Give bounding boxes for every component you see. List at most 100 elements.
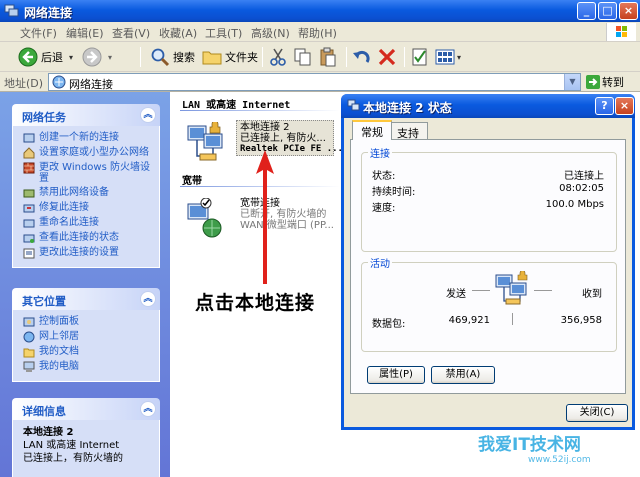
status-label: 状态: xyxy=(372,171,396,182)
search-icon xyxy=(151,48,170,67)
undo-icon xyxy=(353,50,370,63)
tab-support[interactable]: 支持 xyxy=(388,122,428,140)
minimize-button[interactable]: _ xyxy=(577,2,596,20)
back-label: 后退 xyxy=(41,51,63,64)
disable-button[interactable]: 禁用(A) xyxy=(431,366,495,384)
place-control-panel[interactable]: 控制面板 xyxy=(23,316,153,328)
views-grid-icon xyxy=(435,49,455,65)
panel-header[interactable]: 详细信息 ︽ xyxy=(12,398,160,420)
close-button[interactable]: × xyxy=(619,2,638,20)
task-view-status[interactable]: 查看此连接的状态 xyxy=(23,232,153,244)
broadband-connection-item[interactable]: 宽带连接 已断开, 有防火墙的 WAN 微型端口 (PP... xyxy=(184,197,334,245)
panel-body: 创建一个新的连接 设置家庭或小型办公网络 更改 Windows 防火墙设置 禁用… xyxy=(12,126,160,268)
menu-advanced[interactable]: 高级(N) xyxy=(251,25,290,41)
chevron-down-icon[interactable]: ▾ xyxy=(69,53,73,62)
duration-label: 持续时间: xyxy=(372,187,416,198)
firewall-icon xyxy=(23,162,35,174)
place-network-neighborhood[interactable]: 网上邻居 xyxy=(23,331,153,343)
menu-edit[interactable]: 编辑(E) xyxy=(66,25,104,41)
delete-x-icon xyxy=(378,48,396,66)
forward-button[interactable]: ▾ xyxy=(82,46,112,68)
panel-header[interactable]: 其它位置 ︽ xyxy=(12,288,160,310)
dialog-title: 本地连接 2 状态 xyxy=(363,101,452,115)
network-activity-icon xyxy=(495,271,528,305)
panel-header[interactable]: 网络任务 ︽ xyxy=(12,104,160,126)
dialog-title-bar[interactable]: 本地连接 2 状态 ? × xyxy=(341,94,635,118)
panel-body: 本地连接 2 LAN 或高速 Internet 已连接上，有防火墙的 xyxy=(12,420,160,477)
tab-general[interactable]: 常规 xyxy=(352,120,392,140)
repair-icon xyxy=(23,204,35,213)
chevron-down-icon[interactable]: ▾ xyxy=(457,53,461,62)
task-create-connection[interactable]: 创建一个新的连接 xyxy=(23,132,153,144)
copy-button[interactable] xyxy=(293,46,313,68)
toolbar-separator xyxy=(262,47,263,67)
collapse-chevron-icon[interactable]: ︽ xyxy=(140,107,156,123)
collapse-chevron-icon[interactable]: ︽ xyxy=(140,401,156,417)
task-pane: 网络任务 ︽ 创建一个新的连接 设置家庭或小型办公网络 更改 Windows 防… xyxy=(0,92,170,477)
help-button[interactable]: ? xyxy=(595,97,614,115)
go-arrow-icon xyxy=(586,75,600,89)
place-my-documents[interactable]: 我的文档 xyxy=(23,346,153,358)
chevron-down-icon[interactable]: ▾ xyxy=(108,53,112,62)
toolbar: 后退 ▾ ▾ 搜索 文件夹 ▾ xyxy=(0,42,640,72)
task-home-network[interactable]: 设置家庭或小型办公网络 xyxy=(23,147,153,159)
menu-tools[interactable]: 工具(T) xyxy=(205,25,242,41)
folders-button[interactable]: 文件夹 xyxy=(202,46,258,68)
task-rename-connection[interactable]: 重命名此连接 xyxy=(23,217,153,229)
dialog-close-button[interactable]: × xyxy=(615,97,634,115)
views-button[interactable]: ▾ xyxy=(435,46,461,68)
menu-help[interactable]: 帮助(H) xyxy=(298,25,337,41)
home-network-icon xyxy=(23,147,35,159)
task-label: 查看此连接的状态 xyxy=(39,232,119,243)
search-button[interactable]: 搜索 xyxy=(150,46,195,68)
sent-label: 发送 xyxy=(446,289,466,300)
status-icon xyxy=(23,234,35,243)
task-label: 创建一个新的连接 xyxy=(39,132,119,143)
chevron-down-icon[interactable]: ▼ xyxy=(564,74,580,90)
back-button[interactable]: 后退 ▾ xyxy=(18,46,73,68)
menu-favorites[interactable]: 收藏(A) xyxy=(159,25,197,41)
task-label: 更改此连接的设置 xyxy=(39,247,119,258)
window-title-bar[interactable]: 网络连接 _ □ × xyxy=(0,0,640,22)
address-input[interactable]: 网络连接 ▼ xyxy=(48,73,581,91)
maximize-button[interactable]: □ xyxy=(598,2,617,20)
task-disable-device[interactable]: 禁用此网络设备 xyxy=(23,187,153,199)
cut-button[interactable] xyxy=(268,46,288,68)
red-arrow-annotation xyxy=(256,150,274,284)
control-panel-icon xyxy=(23,317,35,327)
toolbar-separator xyxy=(140,47,141,67)
place-my-computer[interactable]: 我的电脑 xyxy=(23,361,153,373)
network-connections-icon xyxy=(52,75,66,89)
lan-connection-icon xyxy=(347,99,360,111)
annotation-caption: 点击本地连接 xyxy=(195,292,316,314)
speed-label: 速度: xyxy=(372,203,396,214)
windows-logo-icon xyxy=(606,23,636,41)
task-change-settings[interactable]: 更改此连接的设置 xyxy=(23,247,153,259)
details-status: 已连接上，有防火墙的 xyxy=(23,453,123,464)
dialog-close-button-bottom[interactable]: 关闭(C) xyxy=(566,404,628,422)
panel-title: 详细信息 xyxy=(22,405,66,418)
menu-file[interactable]: 文件(F) xyxy=(20,25,57,41)
menu-view[interactable]: 查看(V) xyxy=(112,25,150,41)
paste-button[interactable] xyxy=(318,46,338,68)
undo-button[interactable] xyxy=(352,46,372,68)
place-label: 控制面板 xyxy=(39,316,79,327)
group-divider xyxy=(180,110,340,111)
activity-divider xyxy=(512,313,513,325)
properties-button[interactable]: 属性(P) xyxy=(367,366,425,384)
connection-status-dialog: 本地连接 2 状态 ? × 常规 支持 连接 状态: 已连接上 持续时间: 08… xyxy=(341,94,635,430)
duration-value: 08:02:05 xyxy=(559,183,604,194)
address-bar: 地址(D) 网络连接 ▼ 转到 xyxy=(0,72,640,92)
panel-title: 网络任务 xyxy=(22,111,66,124)
collapse-chevron-icon[interactable]: ︽ xyxy=(140,291,156,307)
settings-icon xyxy=(23,248,35,259)
window-title: 网络连接 xyxy=(24,6,73,20)
local-connection-item[interactable]: 本地连接 2 已连接上, 有防火... Realtek PCIe FE ... xyxy=(184,120,343,169)
task-repair-connection[interactable]: 修复此连接 xyxy=(23,202,153,214)
go-button[interactable]: 转到 xyxy=(586,74,624,90)
details-name: 本地连接 2 xyxy=(23,427,74,438)
properties-toolbar-button[interactable] xyxy=(410,46,430,68)
task-firewall-settings[interactable]: 更改 Windows 防火墙设置 xyxy=(23,162,153,184)
delete-button[interactable] xyxy=(377,46,397,68)
connection-group: 连接 状态: 已连接上 持续时间: 08:02:05 速度: 100.0 Mbp… xyxy=(361,145,617,252)
